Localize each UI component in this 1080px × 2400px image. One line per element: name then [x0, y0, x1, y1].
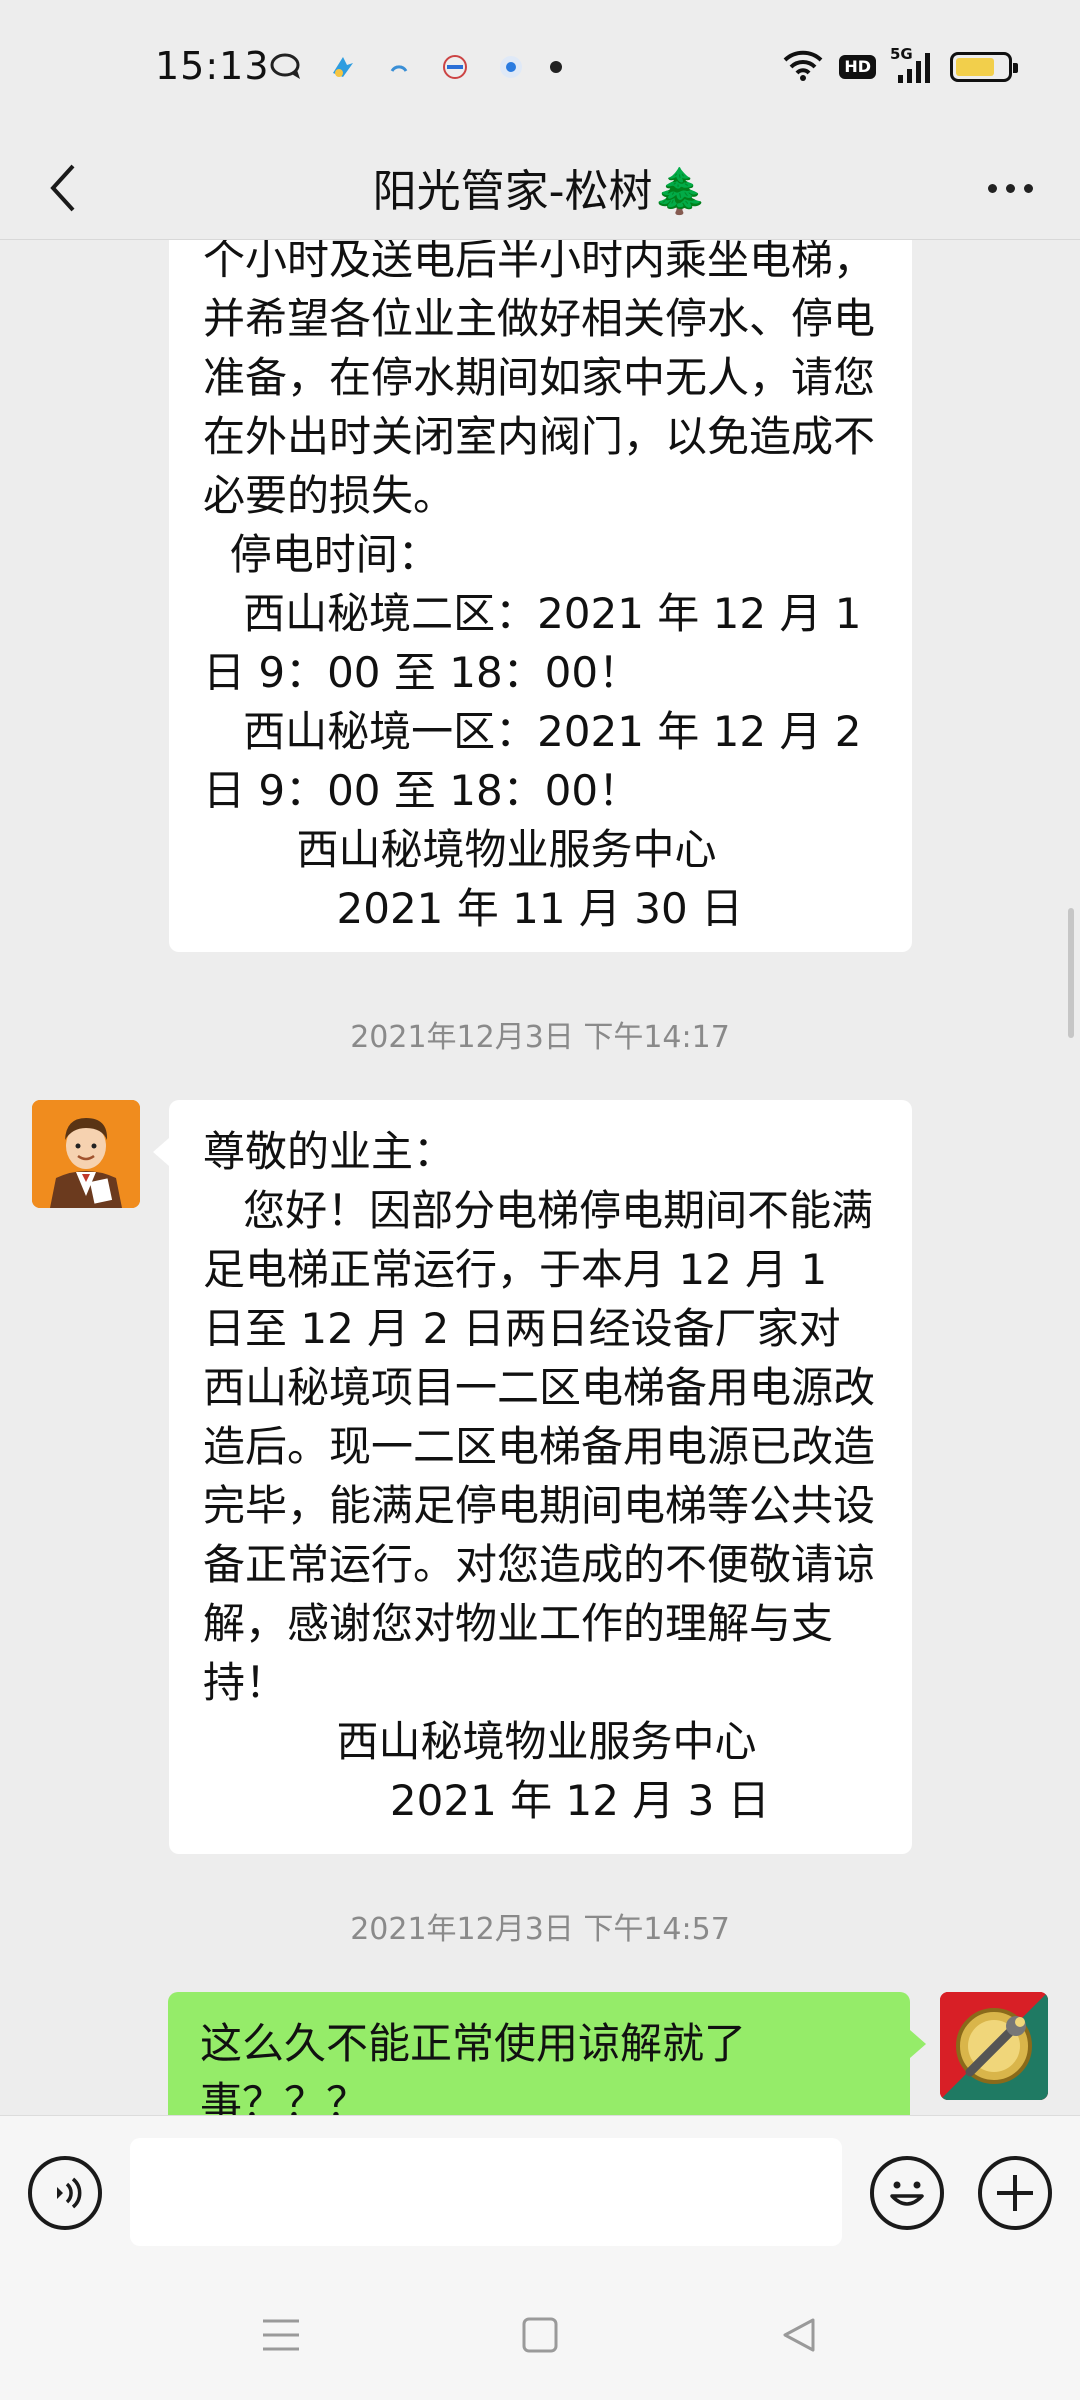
chat-bubble-icon — [270, 50, 304, 84]
scrollbar-thumb[interactable] — [1068, 908, 1074, 1038]
back-nav-button[interactable] — [764, 2300, 834, 2370]
app-icon — [326, 50, 360, 84]
input-bar — [0, 2115, 1080, 2270]
back-triangle-icon — [783, 2318, 815, 2352]
message-input[interactable] — [130, 2138, 842, 2246]
message-bubble-apology[interactable]: 尊敬的业主： 您好！因部分电梯停电期间不能满足电梯正常运行，于本月 12 月 1… — [153, 1100, 912, 1854]
page-title: 阳光管家-松树🌲 — [372, 166, 708, 217]
avatar-property-manager[interactable] — [32, 1100, 140, 1208]
message-bubble-self[interactable]: 这么久不能正常使用谅解就了事？？？ — [168, 1992, 926, 2115]
hd-icon: HD — [839, 55, 876, 79]
app-icon — [494, 50, 528, 84]
home-button[interactable] — [505, 2300, 575, 2370]
title-bar: 阳光管家-松树🌲 — [0, 135, 1080, 240]
notification-dot-icon — [550, 61, 562, 73]
battery-icon — [950, 52, 1018, 82]
more-dots-icon — [987, 183, 997, 193]
smiley-icon — [890, 2181, 924, 2206]
notification-icons — [270, 50, 562, 84]
system-icons: HD 5G — [781, 45, 1018, 86]
system-navigation-bar — [0, 2270, 1080, 2400]
message-bubble-notice[interactable]: 个小时及送电后半小时内乘坐电梯，并希望各位业主做好相关停水、停电准备，在停水期间… — [169, 240, 912, 952]
plus-icon — [997, 2175, 1033, 2211]
more-options-button[interactable] — [970, 153, 1050, 223]
home-square-icon — [522, 2317, 558, 2353]
menu-icon — [263, 2319, 299, 2351]
menu-button[interactable] — [246, 2300, 316, 2370]
more-functions-button[interactable] — [978, 2156, 1052, 2230]
avatar-self[interactable] — [940, 1992, 1048, 2100]
chat-area[interactable]: 个小时及送电后半小时内乘坐电梯，并希望各位业主做好相关停水、停电准备，在停水期间… — [0, 240, 1080, 2115]
signal-5g-icon: 5G — [890, 45, 936, 85]
status-bar: 15:13 HD 5G — [0, 0, 1080, 135]
voice-input-button[interactable] — [28, 2156, 102, 2230]
app-icon — [382, 50, 416, 84]
message-timestamp: 2021年12月3日 下午14:17 — [350, 1020, 730, 1055]
battery-level — [956, 58, 994, 76]
butler-avatar-icon — [32, 1100, 140, 1208]
wifi-icon — [781, 48, 825, 86]
wrench-badge-avatar-icon — [940, 1992, 1048, 2100]
status-time: 15:13 — [155, 44, 270, 88]
app-icon — [438, 50, 472, 84]
voice-icon — [57, 2177, 82, 2209]
emoji-button[interactable] — [870, 2156, 944, 2230]
message-timestamp: 2021年12月3日 下午14:57 — [350, 1912, 730, 1947]
